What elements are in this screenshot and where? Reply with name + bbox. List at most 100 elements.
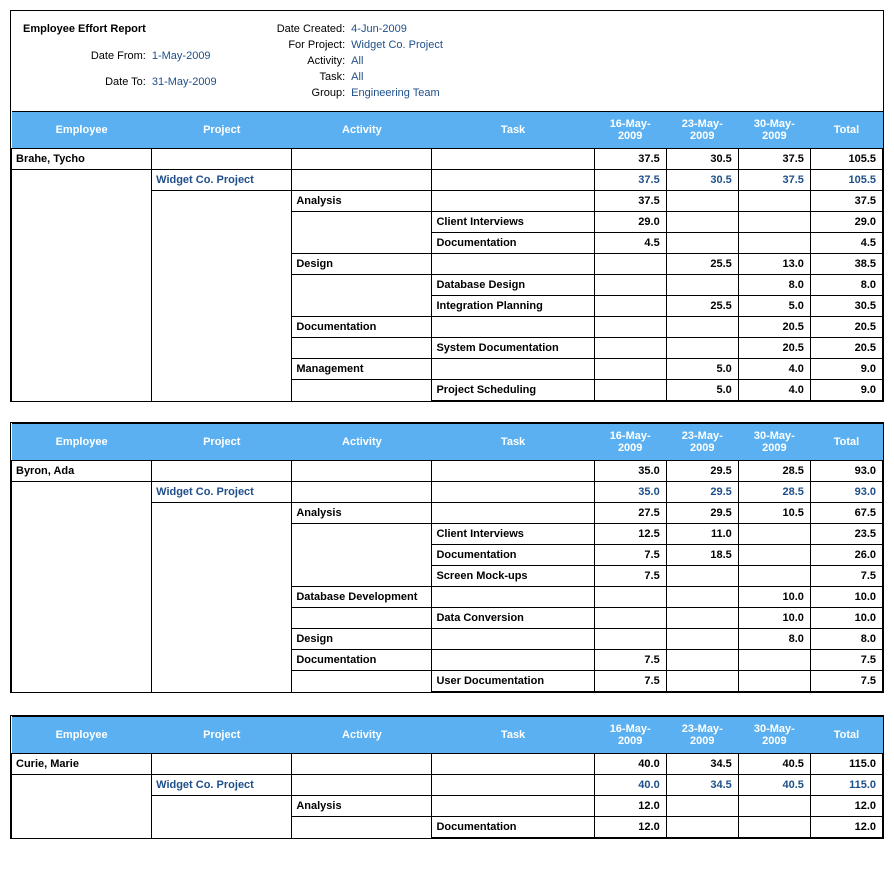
cell: 29.0 bbox=[810, 212, 882, 233]
cell: 13.0 bbox=[738, 254, 810, 275]
cell: 37.5 bbox=[738, 149, 810, 170]
cell: 29.0 bbox=[594, 212, 666, 233]
table-row: Widget Co. Project40.034.540.5115.0 bbox=[12, 775, 883, 796]
cell: 29.5 bbox=[666, 503, 738, 524]
cell: 5.0 bbox=[738, 296, 810, 317]
cell: 37.5 bbox=[810, 191, 882, 212]
cell bbox=[666, 317, 738, 338]
cell: 10.0 bbox=[738, 608, 810, 629]
cell: 25.5 bbox=[666, 254, 738, 275]
cell: Client Interviews bbox=[432, 212, 594, 233]
cell bbox=[432, 775, 594, 796]
cell: System Documentation bbox=[432, 338, 594, 359]
cell: 28.5 bbox=[738, 461, 810, 482]
cell: 20.5 bbox=[810, 317, 882, 338]
cell bbox=[666, 212, 738, 233]
cell bbox=[152, 650, 292, 671]
cell: Database Design bbox=[432, 275, 594, 296]
cell bbox=[666, 796, 738, 817]
cell: User Documentation bbox=[432, 671, 594, 692]
cell bbox=[594, 296, 666, 317]
cell bbox=[738, 650, 810, 671]
cell bbox=[152, 796, 292, 817]
cell bbox=[738, 566, 810, 587]
cell: 34.5 bbox=[666, 754, 738, 775]
task-label: Task: bbox=[277, 71, 345, 83]
cell bbox=[594, 629, 666, 650]
cell bbox=[666, 233, 738, 254]
cell bbox=[666, 338, 738, 359]
table-row: System Documentation20.520.5 bbox=[12, 338, 883, 359]
cell: 7.5 bbox=[594, 650, 666, 671]
cell: Widget Co. Project bbox=[152, 775, 292, 796]
col-header: Total bbox=[810, 424, 882, 461]
cell: 10.5 bbox=[738, 503, 810, 524]
table-row: Project Scheduling5.04.09.0 bbox=[12, 380, 883, 401]
cell bbox=[738, 545, 810, 566]
col-header: 23-May-2009 bbox=[666, 424, 738, 461]
cell bbox=[594, 608, 666, 629]
cell bbox=[12, 482, 152, 503]
cell bbox=[292, 212, 432, 233]
table-row: Screen Mock-ups7.57.5 bbox=[12, 566, 883, 587]
cell: 7.5 bbox=[810, 671, 882, 692]
cell: 12.5 bbox=[594, 524, 666, 545]
cell: 105.5 bbox=[810, 170, 882, 191]
cell: 20.5 bbox=[810, 338, 882, 359]
cell bbox=[738, 233, 810, 254]
table-row: Client Interviews29.029.0 bbox=[12, 212, 883, 233]
cell bbox=[738, 817, 810, 838]
cell: 7.5 bbox=[594, 566, 666, 587]
cell bbox=[12, 796, 152, 817]
activity-value: All bbox=[351, 55, 443, 67]
report-title: Employee Effort Report bbox=[23, 23, 146, 35]
cell bbox=[594, 359, 666, 380]
cell: 40.0 bbox=[594, 775, 666, 796]
table-row: Documentation12.012.0 bbox=[12, 817, 883, 838]
cell bbox=[12, 212, 152, 233]
cell: 40.5 bbox=[738, 754, 810, 775]
cell bbox=[12, 380, 152, 401]
cell: Analysis bbox=[292, 503, 432, 524]
cell bbox=[152, 338, 292, 359]
cell bbox=[12, 775, 152, 796]
effort-table-2: EmployeeProjectActivityTask16-May-200923… bbox=[11, 716, 883, 838]
cell: Widget Co. Project bbox=[152, 482, 292, 503]
col-header: Activity bbox=[292, 424, 432, 461]
cell bbox=[594, 275, 666, 296]
for-project-label: For Project: bbox=[277, 39, 345, 51]
cell bbox=[12, 524, 152, 545]
cell bbox=[12, 275, 152, 296]
cell bbox=[12, 359, 152, 380]
cell bbox=[432, 254, 594, 275]
cell bbox=[292, 461, 432, 482]
cell: 37.5 bbox=[738, 170, 810, 191]
cell: 7.5 bbox=[810, 650, 882, 671]
task-value: All bbox=[351, 71, 443, 83]
cell bbox=[152, 587, 292, 608]
group-value: Engineering Team bbox=[351, 87, 443, 99]
table-row: Design8.08.0 bbox=[12, 629, 883, 650]
cell bbox=[152, 317, 292, 338]
cell bbox=[292, 338, 432, 359]
cell bbox=[152, 545, 292, 566]
cell: 38.5 bbox=[810, 254, 882, 275]
cell: 8.0 bbox=[810, 629, 882, 650]
cell bbox=[12, 817, 152, 838]
table-row: Database Design8.08.0 bbox=[12, 275, 883, 296]
table-row: Data Conversion10.010.0 bbox=[12, 608, 883, 629]
cell: Client Interviews bbox=[432, 524, 594, 545]
cell bbox=[152, 671, 292, 692]
cell: 8.0 bbox=[738, 275, 810, 296]
cell bbox=[292, 233, 432, 254]
cell bbox=[152, 524, 292, 545]
cell bbox=[12, 170, 152, 191]
cell bbox=[292, 170, 432, 191]
cell bbox=[12, 629, 152, 650]
cell bbox=[152, 566, 292, 587]
cell: 115.0 bbox=[810, 754, 882, 775]
cell bbox=[12, 191, 152, 212]
cell bbox=[12, 503, 152, 524]
cell bbox=[152, 608, 292, 629]
cell: 12.0 bbox=[594, 796, 666, 817]
